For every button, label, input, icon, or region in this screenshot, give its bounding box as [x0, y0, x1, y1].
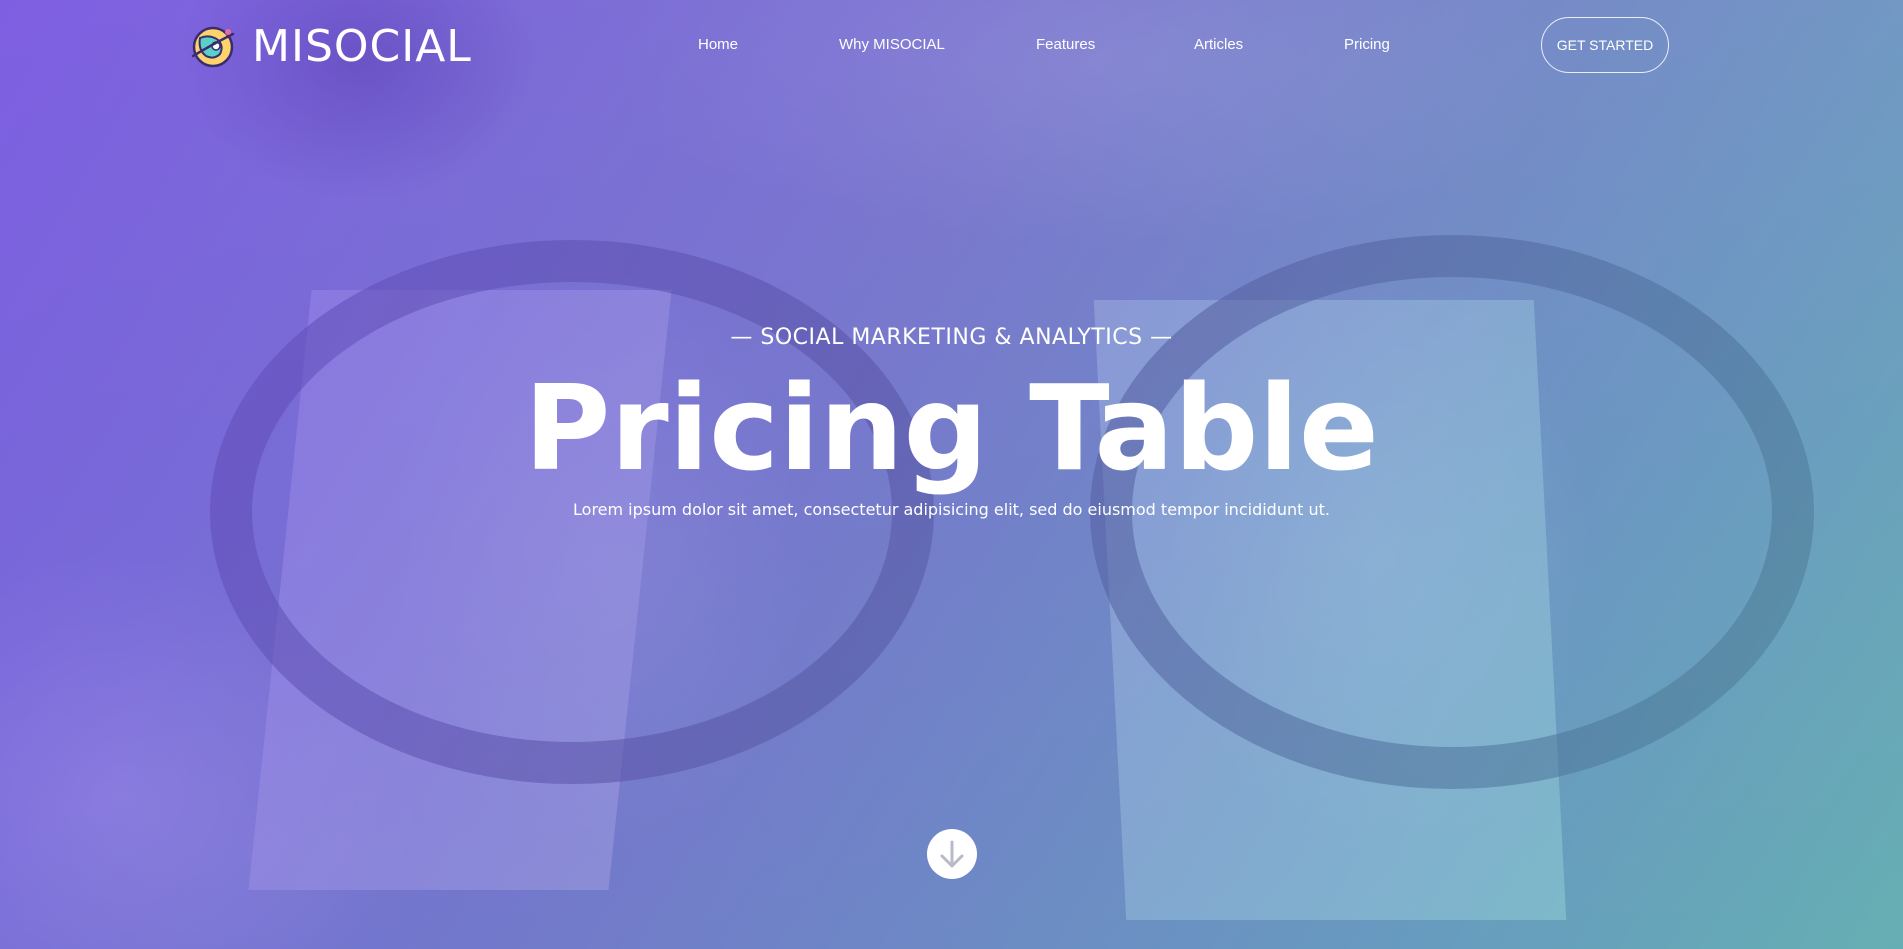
hero-section: MISOCIAL Home Why MISOCIAL Features Arti…: [0, 0, 1903, 949]
nav-link-pricing[interactable]: Pricing: [1344, 36, 1390, 53]
nav-link-why-misocial[interactable]: Why MISOCIAL: [839, 36, 945, 53]
arrow-down-icon: [940, 840, 964, 868]
hero-subtitle: Lorem ipsum dolor sit amet, consectetur …: [573, 500, 1330, 519]
scroll-down-button[interactable]: [927, 829, 977, 879]
get-started-button[interactable]: GET STARTED: [1541, 17, 1669, 73]
page-title: Pricing Table: [524, 359, 1379, 497]
nav-link-features[interactable]: Features: [1036, 36, 1095, 53]
nav-link-home[interactable]: Home: [698, 36, 738, 53]
nav-link-articles[interactable]: Articles: [1194, 36, 1243, 53]
hero-eyebrow: — SOCIAL MARKETING & ANALYTICS —: [730, 325, 1173, 350]
